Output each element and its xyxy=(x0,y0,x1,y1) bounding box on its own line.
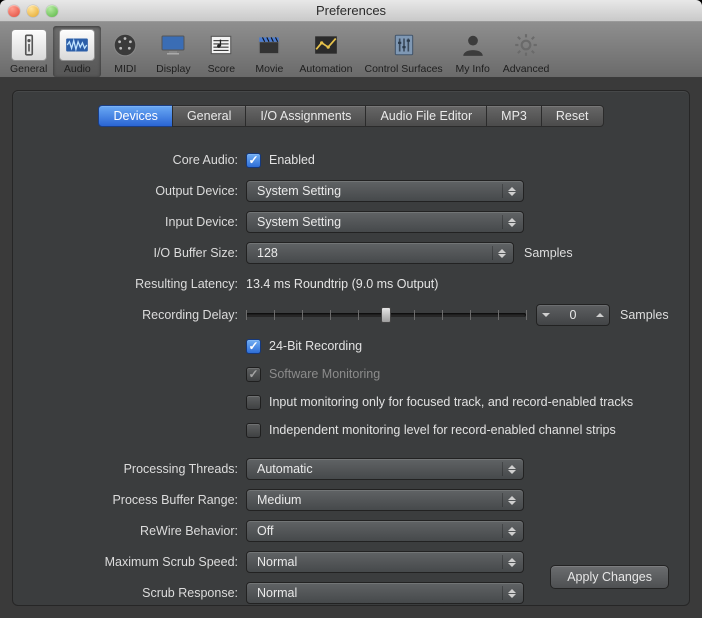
input-device-label: Input Device: xyxy=(33,215,238,229)
toolbar-label: Advanced xyxy=(503,63,550,75)
audio-icon xyxy=(59,29,95,61)
toolbar-item-display[interactable]: Display xyxy=(149,26,197,77)
recording-delay-slider[interactable] xyxy=(246,313,526,317)
core-audio-checkbox[interactable] xyxy=(246,153,261,168)
output-device-select[interactable]: System Setting xyxy=(246,180,524,202)
tab-reset[interactable]: Reset xyxy=(541,105,604,127)
stepper-decrease[interactable] xyxy=(537,305,555,325)
process-buffer-range-select[interactable]: Medium xyxy=(246,489,524,511)
scrub-response-label: Scrub Response: xyxy=(33,586,238,600)
tab-general[interactable]: General xyxy=(172,105,246,127)
toolbar-label: Display xyxy=(156,63,190,75)
max-scrub-speed-select[interactable]: Normal xyxy=(246,551,524,573)
recording-delay-label: Recording Delay: xyxy=(33,308,238,322)
automation-icon xyxy=(308,29,344,61)
resulting-latency-value: 13.4 ms Roundtrip (9.0 ms Output) xyxy=(246,277,438,291)
core-audio-enabled-label: Enabled xyxy=(269,153,315,167)
scrub-response-value: Normal xyxy=(257,586,297,600)
processing-threads-value: Automatic xyxy=(257,462,313,476)
independent-monitoring-label: Independent monitoring level for record-… xyxy=(269,423,616,437)
toolbar-label: Movie xyxy=(255,63,283,75)
input-device-select[interactable]: System Setting xyxy=(246,211,524,233)
select-arrows-icon xyxy=(506,181,518,201)
general-icon xyxy=(11,29,47,61)
select-arrows-icon xyxy=(506,521,518,541)
toolbar-item-control-surfaces[interactable]: Control Surfaces xyxy=(358,26,448,77)
content-area: Devices General I/O Assignments Audio Fi… xyxy=(0,78,702,618)
rewire-behavior-select[interactable]: Off xyxy=(246,520,524,542)
rewire-behavior-label: ReWire Behavior: xyxy=(33,524,238,538)
toolbar-item-midi[interactable]: MIDI xyxy=(101,26,149,77)
toolbar-item-my-info[interactable]: My Info xyxy=(449,26,497,77)
tabstrip: Devices General I/O Assignments Audio Fi… xyxy=(33,105,669,127)
toolbar-label: Score xyxy=(208,63,235,75)
slider-thumb[interactable] xyxy=(381,307,391,323)
select-arrows-icon xyxy=(506,583,518,603)
select-arrows-icon xyxy=(506,552,518,572)
software-monitoring-label: Software Monitoring xyxy=(269,367,380,381)
select-arrows-icon xyxy=(496,243,508,263)
control-surfaces-icon xyxy=(386,29,422,61)
titlebar: Preferences xyxy=(0,0,702,22)
toolbar-item-advanced[interactable]: Advanced xyxy=(497,26,556,77)
tab-devices[interactable]: Devices xyxy=(98,105,172,127)
recording-delay-unit: Samples xyxy=(620,308,669,322)
toolbar-label: MIDI xyxy=(114,63,136,75)
input-monitoring-checkbox[interactable] xyxy=(246,395,261,410)
my-info-icon xyxy=(455,29,491,61)
process-buffer-range-value: Medium xyxy=(257,493,301,507)
stepper-increase[interactable] xyxy=(591,305,609,325)
resulting-latency-label: Resulting Latency: xyxy=(33,277,238,291)
io-buffer-size-value: 128 xyxy=(257,246,278,260)
midi-icon xyxy=(107,29,143,61)
select-arrows-icon xyxy=(506,459,518,479)
input-device-value: System Setting xyxy=(257,215,341,229)
devices-form: Core Audio: Enabled Output Device: Syste… xyxy=(33,149,669,604)
toolbar-label: My Info xyxy=(455,63,489,75)
select-arrows-icon xyxy=(506,490,518,510)
recording-delay-stepper[interactable]: 0 xyxy=(536,304,610,326)
independent-monitoring-checkbox[interactable] xyxy=(246,423,261,438)
toolbar-item-audio[interactable]: Audio xyxy=(53,26,101,77)
gear-icon xyxy=(508,29,544,61)
toolbar-item-automation[interactable]: Automation xyxy=(293,26,358,77)
window-title: Preferences xyxy=(0,3,702,18)
toolbar-label: Control Surfaces xyxy=(364,63,442,75)
io-buffer-size-select[interactable]: 128 xyxy=(246,242,514,264)
24-bit-recording-checkbox[interactable] xyxy=(246,339,261,354)
io-buffer-size-label: I/O Buffer Size: xyxy=(33,246,238,260)
movie-icon xyxy=(251,29,287,61)
toolbar-item-movie[interactable]: Movie xyxy=(245,26,293,77)
input-monitoring-label: Input monitoring only for focused track,… xyxy=(269,395,633,409)
max-scrub-speed-label: Maximum Scrub Speed: xyxy=(33,555,238,569)
processing-threads-label: Processing Threads: xyxy=(33,462,238,476)
toolbar-label: General xyxy=(10,63,47,75)
tab-io-assignments[interactable]: I/O Assignments xyxy=(245,105,366,127)
output-device-value: System Setting xyxy=(257,184,341,198)
recording-delay-value: 0 xyxy=(555,308,591,322)
24-bit-recording-label: 24-Bit Recording xyxy=(269,339,362,353)
toolbar-item-score[interactable]: Score xyxy=(197,26,245,77)
settings-panel: Devices General I/O Assignments Audio Fi… xyxy=(12,90,690,606)
select-arrows-icon xyxy=(506,212,518,232)
toolbar-item-general[interactable]: General xyxy=(4,26,53,77)
output-device-label: Output Device: xyxy=(33,184,238,198)
scrub-response-select[interactable]: Normal xyxy=(246,582,524,604)
max-scrub-speed-value: Normal xyxy=(257,555,297,569)
toolbar-label: Audio xyxy=(64,63,91,75)
rewire-behavior-value: Off xyxy=(257,524,273,538)
display-icon xyxy=(155,29,191,61)
core-audio-label: Core Audio: xyxy=(33,153,238,167)
processing-threads-select[interactable]: Automatic xyxy=(246,458,524,480)
io-buffer-unit: Samples xyxy=(524,246,573,260)
tab-audio-file-editor[interactable]: Audio File Editor xyxy=(365,105,487,127)
process-buffer-range-label: Process Buffer Range: xyxy=(33,493,238,507)
score-icon xyxy=(203,29,239,61)
preferences-toolbar: General Audio MIDI Display Score Movie xyxy=(0,22,702,78)
tab-mp3[interactable]: MP3 xyxy=(486,105,542,127)
software-monitoring-checkbox xyxy=(246,367,261,382)
apply-changes-button[interactable]: Apply Changes xyxy=(550,565,669,589)
toolbar-label: Automation xyxy=(299,63,352,75)
